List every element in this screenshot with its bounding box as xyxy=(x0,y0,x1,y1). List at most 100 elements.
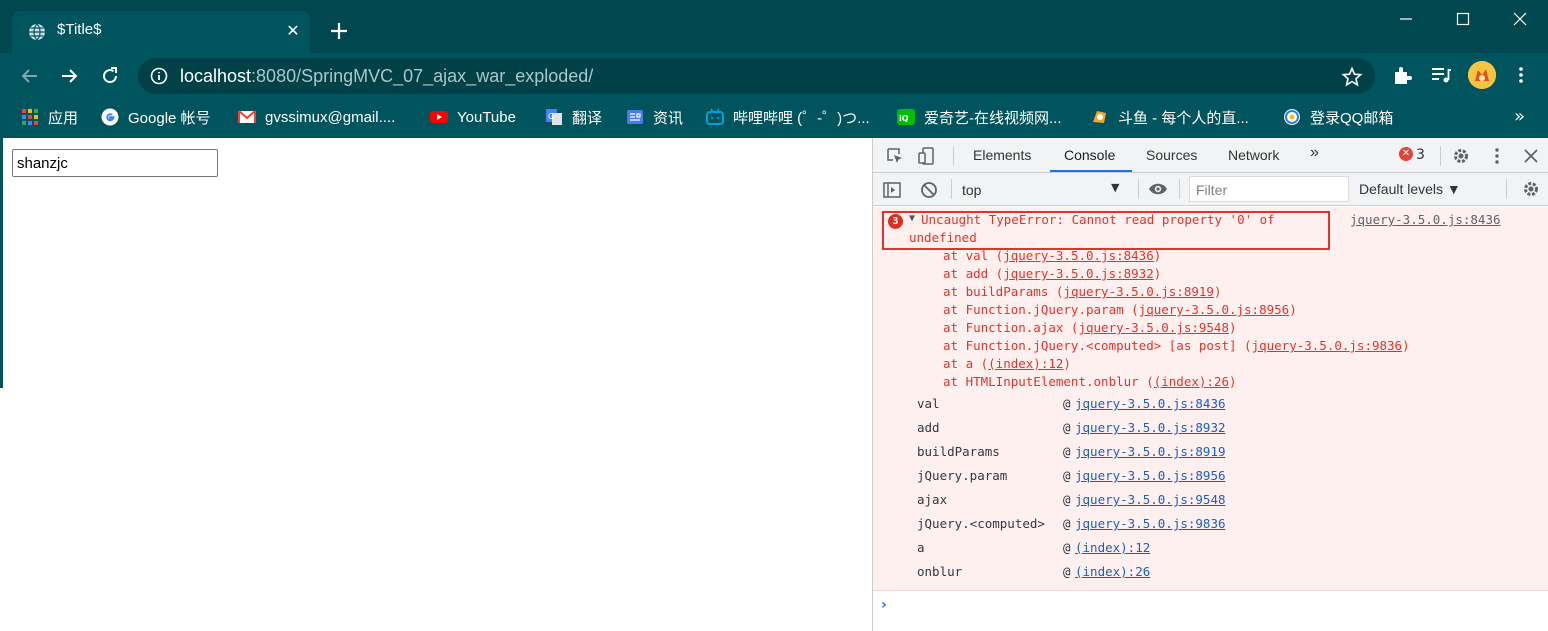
bookmark-translate[interactable]: G 翻译 xyxy=(545,106,602,128)
console-filter-input[interactable]: Filter xyxy=(1189,176,1349,202)
stack-link[interactable]: jquery-3.5.0.js:8932 xyxy=(1003,266,1154,281)
log-levels-dropdown[interactable]: Default levels ▼ xyxy=(1359,181,1461,197)
reload-icon[interactable] xyxy=(98,64,122,88)
tab-console[interactable]: Console xyxy=(1064,147,1115,163)
stack-link[interactable]: jquery-3.5.0.js:9836 xyxy=(1252,338,1403,353)
maximize-icon[interactable] xyxy=(1451,8,1475,30)
console-prompt-icon[interactable]: › xyxy=(881,597,887,613)
bookmark-youtube[interactable]: YouTube xyxy=(430,106,516,128)
call-frame-link[interactable]: jquery-3.5.0.js:8956 xyxy=(1075,468,1226,483)
call-frame-at: @ xyxy=(1063,468,1071,483)
tab-elements[interactable]: Elements xyxy=(973,147,1031,163)
close-devtools-icon[interactable] xyxy=(1521,146,1541,166)
browser-tab[interactable]: $Title$ ✕ xyxy=(12,11,310,53)
context-selector[interactable]: top xyxy=(962,182,981,198)
title-bar: $Title$ ✕ xyxy=(0,0,1548,53)
bookmark-star-icon[interactable] xyxy=(1341,66,1363,88)
minimize-icon[interactable] xyxy=(1394,8,1418,30)
bookmark-google-account[interactable]: Google 帐号 xyxy=(101,106,211,128)
more-tabs-icon[interactable]: » xyxy=(1310,144,1319,162)
close-window-icon[interactable] xyxy=(1508,8,1532,30)
stack-link[interactable]: (index):12 xyxy=(988,356,1063,371)
bookmark-news[interactable]: 资讯 xyxy=(626,106,683,128)
bookmark-label: 爱奇艺-在线视频网... xyxy=(924,109,1062,127)
site-info-icon[interactable] xyxy=(150,67,168,85)
call-frame-name: a xyxy=(917,540,925,555)
toolbar-divider xyxy=(1440,146,1441,166)
new-tab-icon[interactable] xyxy=(328,20,350,42)
customize-menu-icon[interactable] xyxy=(1487,146,1507,166)
call-frame-link[interactable]: (index):12 xyxy=(1075,540,1150,555)
tab-network[interactable]: Network xyxy=(1228,147,1279,163)
stack-link[interactable]: (index):26 xyxy=(1154,374,1229,389)
call-frame-link[interactable]: jquery-3.5.0.js:8932 xyxy=(1075,420,1226,435)
bookmark-douyu[interactable]: 斗鱼 - 每个人的直... xyxy=(1091,106,1249,128)
stack-link[interactable]: jquery-3.5.0.js:9548 xyxy=(1078,320,1229,335)
page-content xyxy=(0,138,872,631)
settings-gear-icon[interactable] xyxy=(1451,146,1471,166)
call-frame-link[interactable]: jquery-3.5.0.js:8919 xyxy=(1075,444,1226,459)
stack-trace-line: at Function.jQuery.<computed> [as post] … xyxy=(943,338,1410,353)
expand-triangle-icon[interactable]: ▼ xyxy=(909,213,915,224)
call-frame-link[interactable]: jquery-3.5.0.js:9836 xyxy=(1075,516,1226,531)
bookmark-iqiyi[interactable]: iQ 爱奇艺-在线视频网... xyxy=(897,106,1062,128)
stack-link[interactable]: jquery-3.5.0.js:8956 xyxy=(1139,302,1290,317)
error-source-link[interactable]: jquery-3.5.0.js:8436 xyxy=(1350,212,1501,227)
call-frame-link[interactable]: jquery-3.5.0.js:9548 xyxy=(1075,492,1226,507)
console-settings-icon[interactable] xyxy=(1521,179,1541,199)
call-frame-at: @ xyxy=(1063,564,1071,579)
url-path: :8080/SpringMVC_07_ajax_war_exploded/ xyxy=(251,66,594,86)
console-messages: 3 ▼ Uncaught TypeError: Cannot read prop… xyxy=(873,207,1548,591)
active-tab-indicator xyxy=(1050,170,1132,172)
back-icon[interactable] xyxy=(18,64,42,88)
name-input[interactable] xyxy=(12,149,218,177)
more-menu-icon[interactable] xyxy=(1509,63,1533,87)
bookmark-bilibili[interactable]: 哔哩哔哩 (゜-゜)つ... xyxy=(706,106,870,128)
toolbar-divider xyxy=(1506,179,1507,199)
call-frame-at: @ xyxy=(1063,420,1071,435)
live-expression-eye-icon[interactable] xyxy=(1148,179,1168,199)
media-control-icon[interactable] xyxy=(1429,63,1453,87)
gmail-icon xyxy=(238,110,256,123)
tab-title: $Title$ xyxy=(57,21,102,38)
stack-link[interactable]: jquery-3.5.0.js:8919 xyxy=(1063,284,1214,299)
devtools-panel: Elements Console Sources Network » ✕ 3 t… xyxy=(872,138,1548,631)
context-dropdown-icon[interactable]: ▼ xyxy=(1111,181,1119,194)
tab-sources[interactable]: Sources xyxy=(1146,147,1197,163)
bookmark-apps[interactable]: 应用 xyxy=(21,106,78,128)
apps-grid-icon xyxy=(22,109,38,125)
svg-text:G: G xyxy=(548,112,554,121)
error-count[interactable]: 3 xyxy=(1416,147,1425,163)
address-bar[interactable]: localhost:8080/SpringMVC_07_ajax_war_exp… xyxy=(138,58,1375,94)
profile-avatar[interactable] xyxy=(1468,61,1496,89)
show-sidebar-icon[interactable] xyxy=(882,180,902,200)
call-frame-link[interactable]: (index):26 xyxy=(1075,564,1150,579)
error-message-cont: undefined xyxy=(909,230,977,245)
bookmarks-overflow-icon[interactable]: » xyxy=(1514,106,1525,127)
stack-trace-line: at add (jquery-3.5.0.js:8932) xyxy=(943,266,1162,281)
devtools-tab-bar: Elements Console Sources Network » ✕ 3 xyxy=(873,138,1548,173)
extensions-icon[interactable] xyxy=(1390,63,1414,87)
news-icon xyxy=(627,110,643,124)
toolbar-divider xyxy=(1138,179,1139,199)
inspect-element-icon[interactable] xyxy=(885,146,905,166)
call-frame-name: val xyxy=(917,396,940,411)
toolbar-divider xyxy=(951,179,952,199)
bookmark-label: gvssimux@gmail.... xyxy=(265,108,396,126)
url-host: localhost xyxy=(180,66,252,86)
stack-link[interactable]: jquery-3.5.0.js:8436 xyxy=(1003,248,1154,263)
error-count-icon[interactable]: ✕ xyxy=(1399,147,1413,161)
call-frame-name: onblur xyxy=(917,564,963,579)
clear-console-icon[interactable] xyxy=(919,180,939,200)
window-left-edge xyxy=(0,138,3,388)
call-frame-link[interactable]: jquery-3.5.0.js:8436 xyxy=(1075,396,1226,411)
tab-close-icon[interactable]: ✕ xyxy=(284,22,302,40)
bookmark-label: YouTube xyxy=(457,108,516,126)
bookmark-gmail[interactable]: gvssimux@gmail.... xyxy=(238,106,395,128)
forward-icon[interactable] xyxy=(57,64,81,88)
bookmark-label: Google 帐号 xyxy=(128,109,211,127)
device-toolbar-icon[interactable] xyxy=(917,146,937,166)
bookmark-qq-mail[interactable]: 登录QQ邮箱 xyxy=(1283,106,1393,128)
globe-icon xyxy=(29,23,45,41)
error-icon: 3 xyxy=(888,214,903,229)
